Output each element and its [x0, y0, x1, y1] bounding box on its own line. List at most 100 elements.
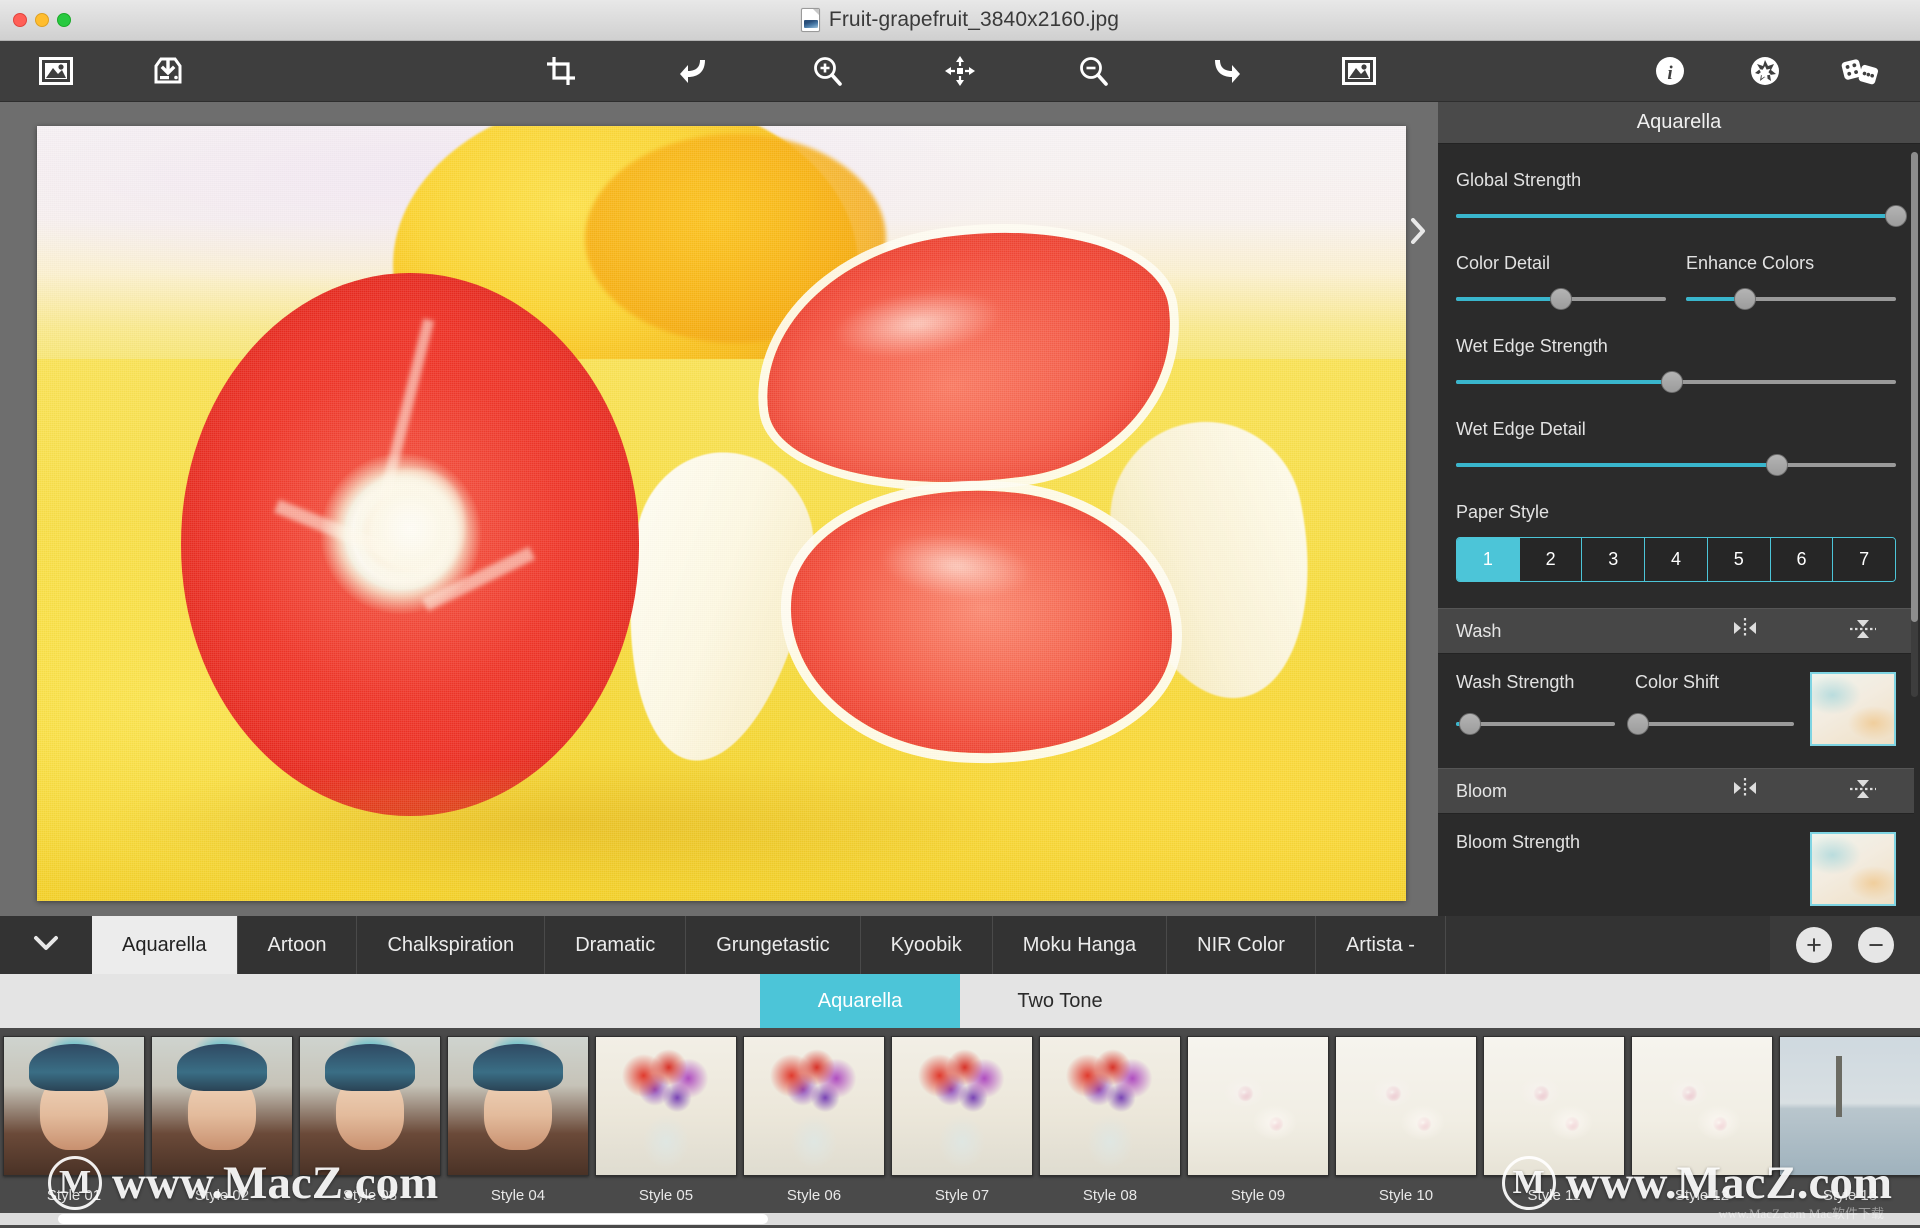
effect-panel-scroll[interactable]: Global Strength Color Detail Enhance Col… — [1438, 144, 1920, 916]
collapse-vertical-icon[interactable] — [1848, 617, 1878, 646]
preview-image — [37, 126, 1406, 901]
randomize-button[interactable] — [1840, 51, 1880, 91]
style-tab-nir-color[interactable]: NIR Color — [1167, 916, 1316, 974]
paper-style-option-7[interactable]: 7 — [1833, 538, 1895, 581]
svg-text:i: i — [1667, 63, 1673, 84]
style-tab-artista[interactable]: Artista - — [1315, 916, 1446, 974]
thumbnail-item[interactable]: Style 01 — [0, 1036, 148, 1204]
control-label: Wash Strength — [1456, 672, 1575, 692]
undo-arrow-icon — [678, 57, 710, 85]
redo-button[interactable] — [1206, 51, 1246, 91]
thumbnail-preview — [299, 1036, 441, 1176]
save-image-button[interactable] — [148, 51, 188, 91]
magnifier-plus-icon — [812, 56, 842, 86]
thumbnail-item[interactable]: Style 05 — [592, 1036, 740, 1204]
thumbnail-item[interactable]: Style 13 — [1776, 1036, 1920, 1204]
app-window: Fruit-grapefruit_3840x2160.jpg i Aquarel… — [0, 0, 1920, 1228]
style-tab-chalkspiration[interactable]: Chalkspiration — [357, 916, 546, 974]
thumbnail-item[interactable]: Style 11 — [1480, 1036, 1628, 1204]
panel-scrollbar[interactable] — [1911, 152, 1918, 697]
thumbnail-item[interactable]: Style 04 — [444, 1036, 592, 1204]
control-label: Wet Edge Detail — [1456, 419, 1586, 439]
thumbnail-preview — [1187, 1036, 1329, 1176]
color-detail-slider[interactable] — [1456, 288, 1666, 310]
pan-button[interactable] — [940, 51, 980, 91]
zoom-out-button[interactable] — [1073, 51, 1113, 91]
collapse-vertical-icon[interactable] — [1848, 777, 1878, 806]
wet-edge-strength-slider[interactable] — [1456, 371, 1896, 393]
sub-tab-two-tone[interactable]: Two Tone — [960, 974, 1160, 1028]
enhance-colors-slider[interactable] — [1686, 288, 1896, 310]
style-tab-dramatic[interactable]: Dramatic — [545, 916, 687, 974]
section-title: Bloom — [1456, 780, 1508, 801]
thumbnail-strip-scrollbar[interactable] — [0, 1213, 1920, 1225]
save-tray-icon — [151, 56, 185, 86]
thumbnail-item[interactable]: Style 07 — [888, 1036, 1036, 1204]
add-style-button[interactable]: + — [1796, 927, 1832, 963]
wash-strength-slider[interactable] — [1456, 713, 1615, 735]
paper-style-option-1[interactable]: 1 — [1457, 538, 1520, 581]
thumbnail-item[interactable]: Style 08 — [1036, 1036, 1184, 1204]
paper-style-option-2[interactable]: 2 — [1519, 538, 1583, 581]
thumbnail-preview — [1779, 1036, 1920, 1176]
paper-style-option-3[interactable]: 3 — [1582, 538, 1646, 581]
thumbnail-item[interactable]: Style 02 — [148, 1036, 296, 1204]
image-frame-icon — [39, 57, 73, 85]
thumbnail-label: Style 11 — [1527, 1187, 1581, 1204]
style-tab-aquarella[interactable]: Aquarella — [92, 916, 238, 974]
thumbnail-item[interactable]: Style 06 — [740, 1036, 888, 1204]
style-tab-dropdown-button[interactable] — [0, 916, 92, 974]
thumbnail-label: Style 10 — [1378, 1187, 1434, 1204]
global-strength-slider[interactable] — [1456, 205, 1907, 227]
control-wet-edge-detail: Wet Edge Detail — [1456, 419, 1896, 476]
thumbnail-item[interactable]: Style 10 — [1332, 1036, 1480, 1204]
thumbnail-label: Style 09 — [1230, 1187, 1286, 1204]
canvas-area[interactable] — [0, 102, 1438, 916]
paper-style-option-6[interactable]: 6 — [1770, 538, 1834, 581]
flower-circle-icon — [1749, 55, 1781, 87]
thumbnail-label: Style 06 — [786, 1187, 842, 1204]
style-thumbnail-strip[interactable]: Style 01 Style 02 Style 03 Style 04 Styl… — [0, 1028, 1920, 1228]
zoom-in-button[interactable] — [807, 51, 847, 91]
remove-style-button[interactable]: − — [1858, 927, 1894, 963]
section-header-bloom[interactable]: Bloom — [1438, 768, 1914, 814]
style-tab-kyoobik[interactable]: Kyoobik — [860, 916, 993, 974]
toolbar-right-group: i — [1650, 51, 1880, 91]
wash-preview-swatch[interactable] — [1810, 672, 1896, 746]
chevron-right-icon — [1409, 217, 1427, 249]
control-color-detail: Color Detail — [1456, 253, 1666, 310]
fit-image-button[interactable] — [1339, 51, 1379, 91]
document-image-icon — [800, 8, 820, 32]
paper-style-option-5[interactable]: 5 — [1707, 538, 1771, 581]
style-tab-grungetastic[interactable]: Grungetastic — [686, 916, 861, 974]
wet-edge-detail-slider[interactable] — [1456, 454, 1896, 476]
collapse-horizontal-icon[interactable] — [1730, 777, 1760, 806]
sub-tab-bar: Aquarella Two Tone — [0, 974, 1920, 1028]
presets-button[interactable] — [1745, 51, 1785, 91]
thumbnail-item[interactable]: Style 03 — [296, 1036, 444, 1204]
thumbnail-label: Style 01 — [46, 1187, 102, 1204]
bloom-preview-swatch[interactable] — [1810, 832, 1896, 906]
color-shift-slider[interactable] — [1627, 713, 1794, 735]
undo-button[interactable] — [674, 51, 714, 91]
style-tab-moku-hanga[interactable]: Moku Hanga — [992, 916, 1168, 974]
crop-button[interactable] — [541, 51, 581, 91]
info-button[interactable]: i — [1650, 51, 1690, 91]
section-body-wash: Wash Strength Color Shift — [1456, 654, 1896, 746]
paper-style-option-4[interactable]: 4 — [1645, 538, 1708, 581]
section-header-wash[interactable]: Wash — [1438, 608, 1914, 654]
panel-collapse-button[interactable] — [1403, 212, 1433, 254]
collapse-horizontal-icon[interactable] — [1730, 617, 1760, 646]
crop-icon — [546, 56, 576, 86]
style-tab-artoon[interactable]: Artoon — [237, 916, 358, 974]
image-canvas[interactable] — [37, 126, 1406, 901]
sub-tab-aquarella[interactable]: Aquarella — [760, 974, 960, 1028]
image-fit-icon — [1342, 57, 1376, 85]
control-label: Wet Edge Strength — [1456, 336, 1608, 356]
open-image-button[interactable] — [36, 51, 76, 91]
control-label: Color Shift — [1635, 672, 1720, 692]
section-title: Wash — [1456, 620, 1502, 641]
thumbnail-item[interactable]: Style 09 — [1184, 1036, 1332, 1204]
paper-style-segmented[interactable]: 1 2 3 4 5 6 7 — [1456, 537, 1896, 582]
thumbnail-item[interactable]: Style 12 — [1628, 1036, 1776, 1204]
